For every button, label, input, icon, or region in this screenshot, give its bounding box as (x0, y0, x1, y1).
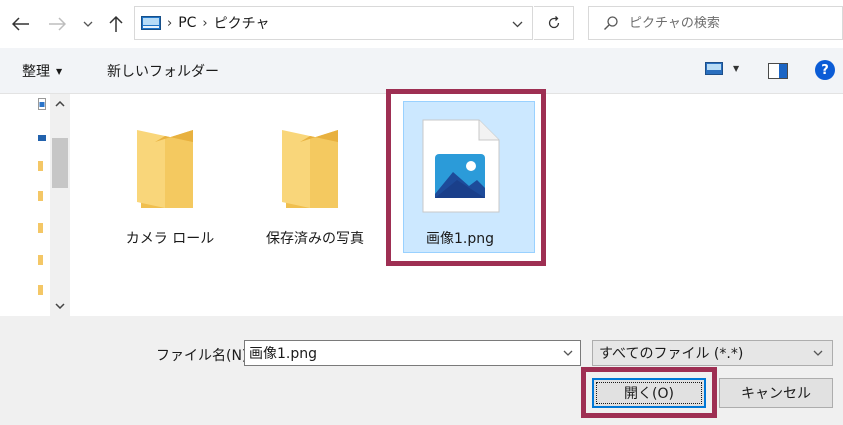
organize-label: 整理 (22, 64, 50, 80)
chevron-down-icon (55, 303, 65, 309)
folder-icon[interactable] (38, 160, 46, 172)
dialog-bottom-panel: ファイル名(N): すべてのファイル (*.*) 開く(O) キャンセル (0, 316, 843, 425)
file-item-label: 保存済みの写真 (266, 231, 364, 247)
filename-combobox[interactable] (244, 340, 581, 366)
search-icon (604, 16, 618, 30)
chevron-down-icon (813, 350, 823, 356)
image-file-icon (412, 118, 508, 214)
view-icon (705, 62, 723, 75)
caret-down-icon: ▼ (733, 64, 740, 73)
navigation-pane (0, 94, 70, 316)
file-item-label: 画像1.png (425, 231, 494, 247)
cancel-button-label: キャンセル (741, 386, 811, 402)
organize-button[interactable]: 整理 ▼ (22, 60, 62, 82)
new-folder-button[interactable]: 新しいフォルダー (107, 60, 219, 82)
scroll-down-button[interactable] (50, 296, 70, 316)
scroll-up-button[interactable] (50, 94, 70, 114)
refresh-button[interactable] (534, 6, 574, 40)
file-type-dropdown-button[interactable] (810, 345, 826, 361)
filename-label: ファイル名(N): (156, 348, 253, 364)
back-button[interactable] (8, 12, 34, 36)
file-item-camera-roll[interactable]: カメラ ロール (110, 94, 230, 269)
file-list-view: カメラ ロール 保存済みの写真 画像1.png (70, 94, 843, 316)
chevron-right-icon: › (202, 15, 208, 31)
breadcrumb-pictures[interactable]: ピクチャ (214, 13, 270, 33)
refresh-icon (548, 16, 559, 29)
chevron-down-icon (83, 21, 93, 27)
command-bar: 整理 ▼ 新しいフォルダー ▼ ? (0, 48, 843, 94)
file-type-select[interactable]: すべてのファイル (*.*) (592, 340, 833, 366)
search-input[interactable] (629, 15, 829, 31)
folder-icon[interactable] (38, 222, 46, 234)
preview-pane-icon[interactable] (768, 63, 788, 79)
new-folder-label: 新しいフォルダー (107, 64, 219, 80)
nav-scrollbar[interactable] (50, 94, 70, 316)
chevron-down-icon (512, 21, 522, 27)
forward-button[interactable] (44, 12, 70, 36)
file-item-label: カメラ ロール (125, 231, 215, 247)
folder-icon (122, 118, 218, 214)
cancel-button[interactable]: キャンセル (719, 378, 833, 408)
folder-icon[interactable] (38, 190, 46, 202)
filename-dropdown-button[interactable] (560, 345, 576, 361)
address-bar-row: › PC › ピクチャ (0, 0, 843, 48)
pc-icon[interactable] (38, 132, 46, 144)
pc-icon (141, 16, 161, 30)
address-dropdown-button[interactable] (508, 15, 526, 33)
change-view-button[interactable]: ▼ (705, 62, 739, 75)
address-box[interactable]: › PC › ピクチャ (134, 6, 533, 40)
scroll-thumb[interactable] (52, 138, 68, 188)
image-icon[interactable] (38, 98, 46, 110)
chevron-down-icon (563, 350, 573, 356)
chevron-right-icon: › (167, 15, 173, 31)
folder-icon (267, 118, 363, 214)
breadcrumb-pc[interactable]: PC (178, 15, 196, 31)
help-icon[interactable]: ? (815, 60, 835, 80)
recent-locations-button[interactable] (80, 12, 96, 36)
up-button[interactable] (104, 12, 128, 36)
search-box[interactable] (588, 6, 843, 40)
file-type-value: すべてのファイル (*.*) (599, 346, 744, 362)
open-button[interactable]: 開く(O) (592, 378, 706, 408)
file-item-image-png[interactable]: 画像1.png (400, 94, 535, 269)
open-button-label: 開く(O) (624, 386, 674, 402)
up-arrow-icon (109, 15, 123, 32)
folder-icon[interactable] (38, 284, 46, 296)
back-arrow-icon (12, 17, 29, 31)
forward-arrow-icon (49, 17, 66, 31)
folder-icon[interactable] (38, 254, 46, 266)
caret-down-icon: ▼ (56, 66, 63, 76)
filename-input[interactable] (249, 345, 549, 361)
file-item-saved-pictures[interactable]: 保存済みの写真 (255, 94, 375, 269)
chevron-up-icon (55, 101, 65, 107)
